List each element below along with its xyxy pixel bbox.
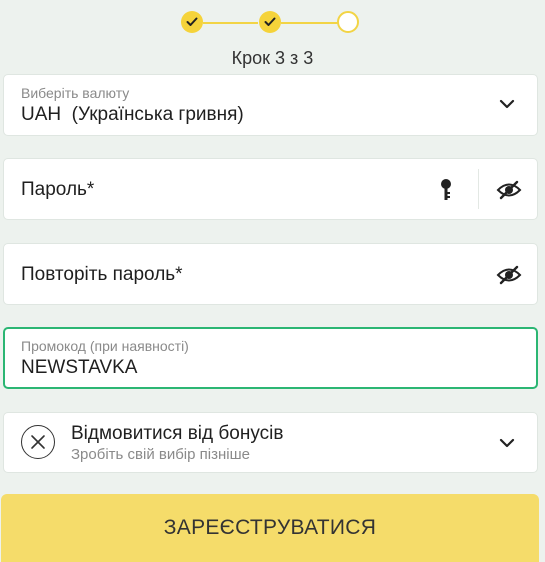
currency-label: Виберіть валюту <box>21 85 130 101</box>
step-2-done <box>259 11 281 33</box>
currency-select[interactable]: Виберіть валюту UAH (Українська гривня) <box>3 74 538 136</box>
key-icon[interactable] <box>436 177 456 203</box>
field-divider <box>478 169 479 209</box>
check-icon <box>264 17 276 26</box>
eye-hidden-icon[interactable] <box>495 262 523 288</box>
promo-code-label: Промокод (при наявності) <box>21 338 189 354</box>
stepper: Крок 3 з 3 <box>0 10 545 68</box>
promo-code-field[interactable]: Промокод (при наявності) NEWSTAVKA <box>3 327 538 389</box>
step-connector <box>203 22 258 24</box>
close-circle-icon <box>21 425 55 459</box>
step-1-done <box>181 11 203 33</box>
eye-hidden-icon[interactable] <box>495 177 523 203</box>
step-label: Крок 3 з 3 <box>231 48 314 68</box>
chevron-down-icon[interactable] <box>499 99 515 109</box>
bonus-title: Відмовитися від бонусів <box>71 423 284 444</box>
step-3-current <box>337 11 359 33</box>
password-repeat-field[interactable]: Повторіть пароль* <box>3 243 538 305</box>
currency-value: UAH (Українська гривня) <box>21 104 244 125</box>
step-connector <box>281 22 338 24</box>
password-field[interactable]: Пароль* <box>3 158 538 220</box>
register-button[interactable]: ЗАРЕЄСТРУВАТИСЯ <box>1 494 539 562</box>
password-placeholder: Пароль* <box>21 179 95 200</box>
bonus-select[interactable]: Відмовитися від бонусів Зробіть свій виб… <box>3 412 538 473</box>
check-icon <box>186 17 198 26</box>
chevron-down-icon[interactable] <box>499 438 515 448</box>
bonus-subtitle: Зробіть свій вибір пізніше <box>71 446 250 463</box>
promo-code-value[interactable]: NEWSTAVKA <box>21 357 137 379</box>
password-repeat-placeholder: Повторіть пароль* <box>21 264 183 285</box>
